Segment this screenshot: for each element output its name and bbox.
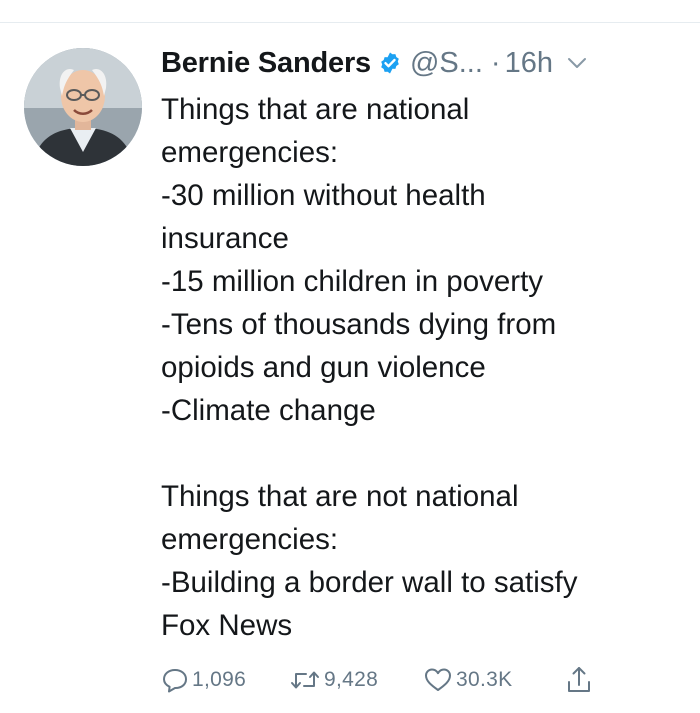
tweet-header: Bernie Sanders @S... · 16h (161, 40, 690, 86)
tweet-line: -Climate change (161, 394, 376, 427)
tweet-line: insurance (161, 222, 289, 255)
tweet-text: Things that are national emergencies: -3… (161, 88, 691, 647)
like-count: 30.3K (456, 668, 513, 691)
chevron-down-icon[interactable] (567, 57, 587, 69)
retweet-count: 9,428 (324, 668, 379, 691)
reply-bubble-icon (163, 669, 187, 693)
tweet-line: -Building a border wall to satisfy (161, 566, 578, 599)
reply-button[interactable]: 1,096 (161, 666, 289, 694)
tweet-line: -15 million children in poverty (161, 265, 544, 298)
avatar-image (24, 48, 142, 166)
tweet-line: -30 million without health (161, 179, 486, 212)
author-name[interactable]: Bernie Sanders (161, 47, 371, 80)
author-handle[interactable]: @S... (410, 47, 483, 80)
like-button[interactable]: 30.3K (423, 666, 565, 694)
retweet-icon (291, 671, 319, 689)
retweet-button[interactable]: 9,428 (289, 666, 423, 694)
share-icon (568, 667, 590, 692)
tweet-line: Things that are national (161, 93, 470, 126)
separator-dot: · (490, 46, 501, 79)
top-divider (0, 22, 700, 23)
tweet-line (161, 432, 691, 475)
share-button[interactable] (565, 665, 596, 695)
timestamp[interactable]: 16h (505, 47, 553, 80)
reply-count: 1,096 (192, 668, 247, 691)
tweet-actions: 1,096 9,428 30.3K (161, 660, 596, 700)
tweet-line: emergencies: (161, 523, 339, 556)
avatar[interactable] (24, 48, 142, 166)
tweet-line: emergencies: (161, 136, 339, 169)
tweet-line: Fox News (161, 609, 293, 642)
heart-icon (425, 668, 451, 691)
tweet-line: -Tens of thousands dying from (161, 308, 557, 341)
verified-badge-icon (378, 51, 402, 75)
tweet-line: Things that are not national (161, 480, 519, 513)
tweet-line: opioids and gun violence (161, 351, 486, 384)
